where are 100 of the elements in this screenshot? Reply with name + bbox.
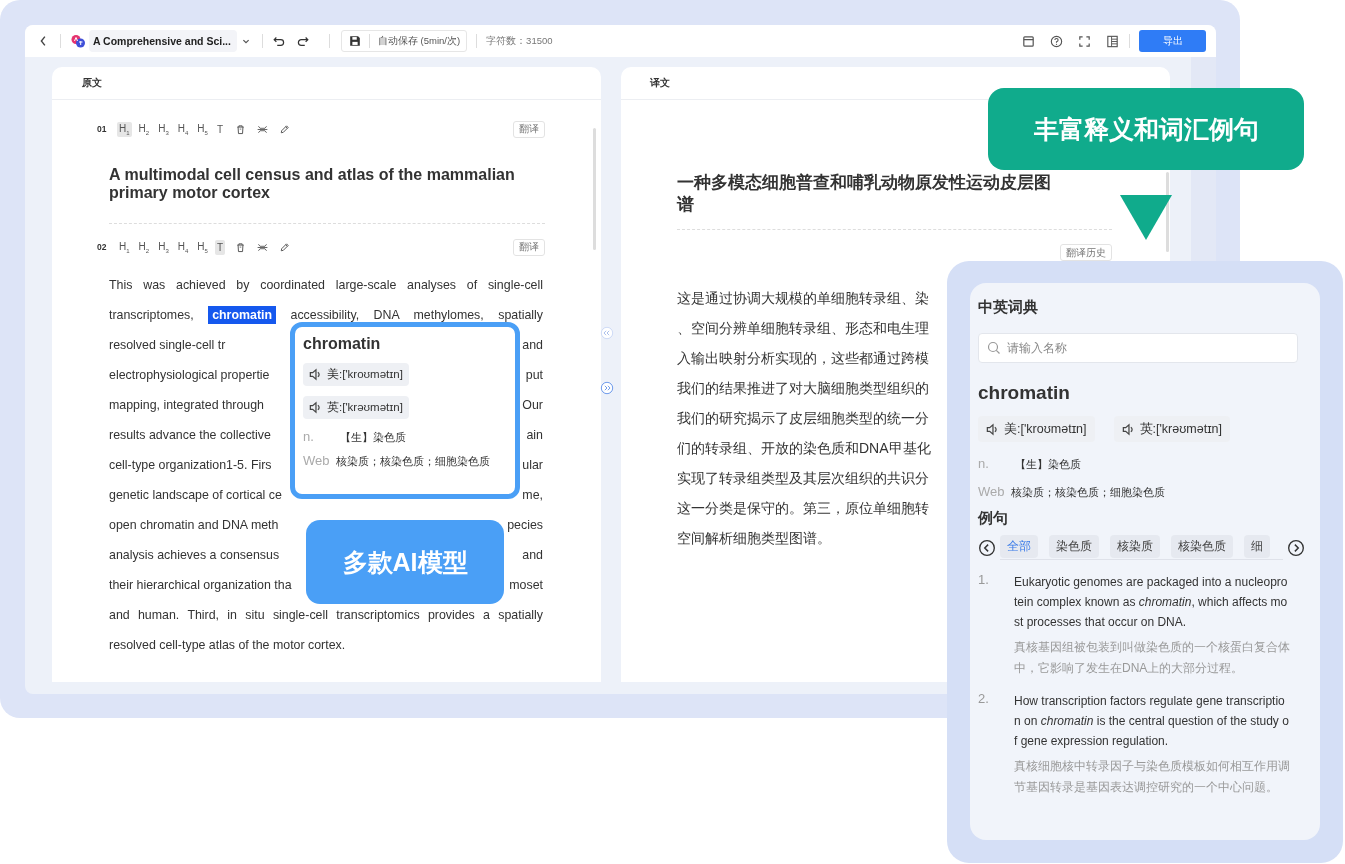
autosave-control[interactable]: 自动保存 (5min/次) [340,30,468,52]
text-line: 空间解析细胞类型图谱。 [677,529,831,548]
translate-button[interactable]: 翻译 [513,238,545,256]
example-number: 1. [978,572,990,589]
text-line: results advance the collective [109,427,271,444]
callout-banner: 丰富释义和词汇例句 [988,88,1304,170]
text-line: and [522,337,543,354]
example-sentence: Eukaryotic genomes are packaged into a nucleoprotein complex known as chromatin, which affects most processes that occur on DNA. [1014,574,1289,631]
text-line: cell-type organization1-5. Firs [109,457,272,474]
app-logo-icon [70,33,86,49]
heading-level-button[interactable]: H$_{4}$ [175,121,191,137]
part-of-speech: n. [978,456,990,471]
text-line: 我们的结果推进了对大脑细胞类型组织的 [677,379,929,398]
heading-level-button[interactable]: H$_{2}$ [136,121,152,137]
speaker-icon[interactable] [985,421,1000,437]
text-line: resolved single-cell tr [109,337,226,354]
speaker-icon[interactable] [308,367,323,382]
window-icon[interactable] [1021,33,1036,49]
text-line: analysis achieves a consensus [109,547,280,564]
speaker-icon[interactable] [308,400,323,415]
text-line: ain [526,427,543,444]
undo-icon[interactable] [271,34,286,48]
example-sentence: How transcription factors regulate gene transcription on chromatin is the central question of the study of gene expression regulation. [1014,693,1290,750]
heading-level-button[interactable]: H$_{1}$ [117,121,132,137]
filter-tab[interactable]: 细 [1244,535,1270,558]
search-icon [986,340,1002,356]
heading-level-button[interactable]: H$_{5}$ [195,121,210,137]
pen-icon[interactable] [278,240,291,254]
heading-level-button[interactable]: H$_{1}$ [117,239,132,255]
pronunciation-button[interactable]: 英:['krəʊmətɪn] [1113,416,1231,442]
text-line: accessibility, DNA methylomes, spatially [290,308,543,322]
translate-button[interactable]: 翻译 [513,120,545,138]
next-icon[interactable] [1287,538,1305,557]
definition-text: 【生】染色质 [340,430,406,445]
pronunciation-button[interactable]: 美:['kroʊmətɪn] [978,416,1095,442]
character-count: 字符数：31500 [486,34,553,48]
help-icon[interactable] [1049,33,1064,49]
word-title: chromatin [303,335,382,353]
pen-icon[interactable] [278,122,291,136]
filter-tab[interactable]: 染色质 [1049,535,1099,558]
previous-icon[interactable] [978,538,996,557]
translated-heading: 一种多模态细胞普查和哺乳动物原发性运动皮层图谱 [677,172,1052,216]
part-of-speech: Web [303,453,331,468]
definition-text: 核染质；核染色质；细胞染色质 [336,454,490,469]
layout-icon[interactable] [1105,33,1120,49]
definition-text: 核染质；核染色质；细胞染色质 [1011,485,1165,500]
text-line: moset [509,577,543,594]
text-line: open chromatin and DNA meth [109,517,279,534]
fullscreen-icon[interactable] [1077,33,1092,49]
heading-level-button[interactable]: H$_{2}$ [136,239,152,255]
text-line: pecies [507,517,543,534]
delete-icon[interactable] [234,122,247,136]
example-translation: 真核细胞核中转录因子与染色质模板如何相互作用调节基因转录是基因表达调控研究的一个中心问题。 [1014,758,1290,796]
example-number: 2. [978,691,990,708]
redo-icon[interactable] [295,34,310,48]
document-heading: A multimodal cell census and atlas of the mammalian primary motor cortex [109,166,516,202]
highlighted-word[interactable]: chromatin [208,306,277,324]
text-line: 入输出映射分析实现的，这些都通过跨模 [677,349,929,368]
translation-history-button[interactable]: 翻译历史 [1060,244,1112,261]
text-line: put [525,367,543,384]
filter-tab[interactable]: 核染色质 [1171,535,1233,558]
text-line: genetic landscape of cortical ce [109,487,282,504]
text-line: Our [522,397,543,414]
text-line: 这是通过协调大规模的单细胞转录组、染 [677,289,929,308]
filter-tab[interactable]: 全部 [1000,535,1038,558]
text-line: and [522,547,543,564]
heading-level-button[interactable]: H$_{4}$ [175,239,191,255]
text-line: transcriptomes, [109,308,194,322]
text-line: 们的转录组、开放的染色质和DNA甲基化 [677,439,931,458]
document-title-selector[interactable]: A Comprehensive and Sci... [89,30,237,52]
text-line: ular [522,457,543,474]
dictionary-title: 中英词典 [978,298,1039,317]
block-number: 01 [97,124,108,134]
delete-icon[interactable] [234,240,247,254]
speaker-icon[interactable] [1120,421,1136,437]
heading-level-button[interactable]: T [214,239,225,255]
text-line: 我们的研究揭示了皮层细胞类型的统一分 [677,409,929,428]
text-line: 实现了转录组类型及其层次组织的共识分 [677,469,929,488]
text-line: mapping, integrated through [109,397,264,414]
examples-title: 例句 [978,509,1009,528]
part-of-speech: Web [978,484,1006,499]
definition-text: 【生】染色质 [1015,457,1081,472]
heading-level-button[interactable]: H$_{3}$ [156,121,171,137]
heading-level-button[interactable]: H$_{5}$ [195,239,210,255]
text-line: electrophysiological propertie [109,367,270,384]
example-translation: 真核基因组被包装到叫做染色质的一个核蛋白复合体中，它影响了发生在DNA上的大部分过程。 [1014,639,1290,677]
scrollbar[interactable] [593,128,596,250]
export-button[interactable]: 导出 [1139,30,1206,52]
filter-tab[interactable]: 核染质 [1110,535,1160,558]
panel-title: 原文 [82,76,102,90]
callout-banner: 多款AI模型 [306,520,504,604]
save-icon[interactable] [347,34,362,48]
pronunciation-button[interactable]: 英:['krəʊmətɪn] [303,396,409,419]
text-line: and human. Third, in situ single-cell transcriptomics provides a spatially [109,608,543,622]
search-field[interactable]: 请输入名称 [978,333,1298,363]
heading-level-button[interactable]: T [214,121,225,137]
pronunciation-button[interactable]: 美:['kroʊmətɪn] [303,363,409,386]
heading-level-button[interactable]: H$_{3}$ [156,239,171,255]
text-line: me, [522,487,543,504]
expand-icon[interactable] [600,381,614,395]
